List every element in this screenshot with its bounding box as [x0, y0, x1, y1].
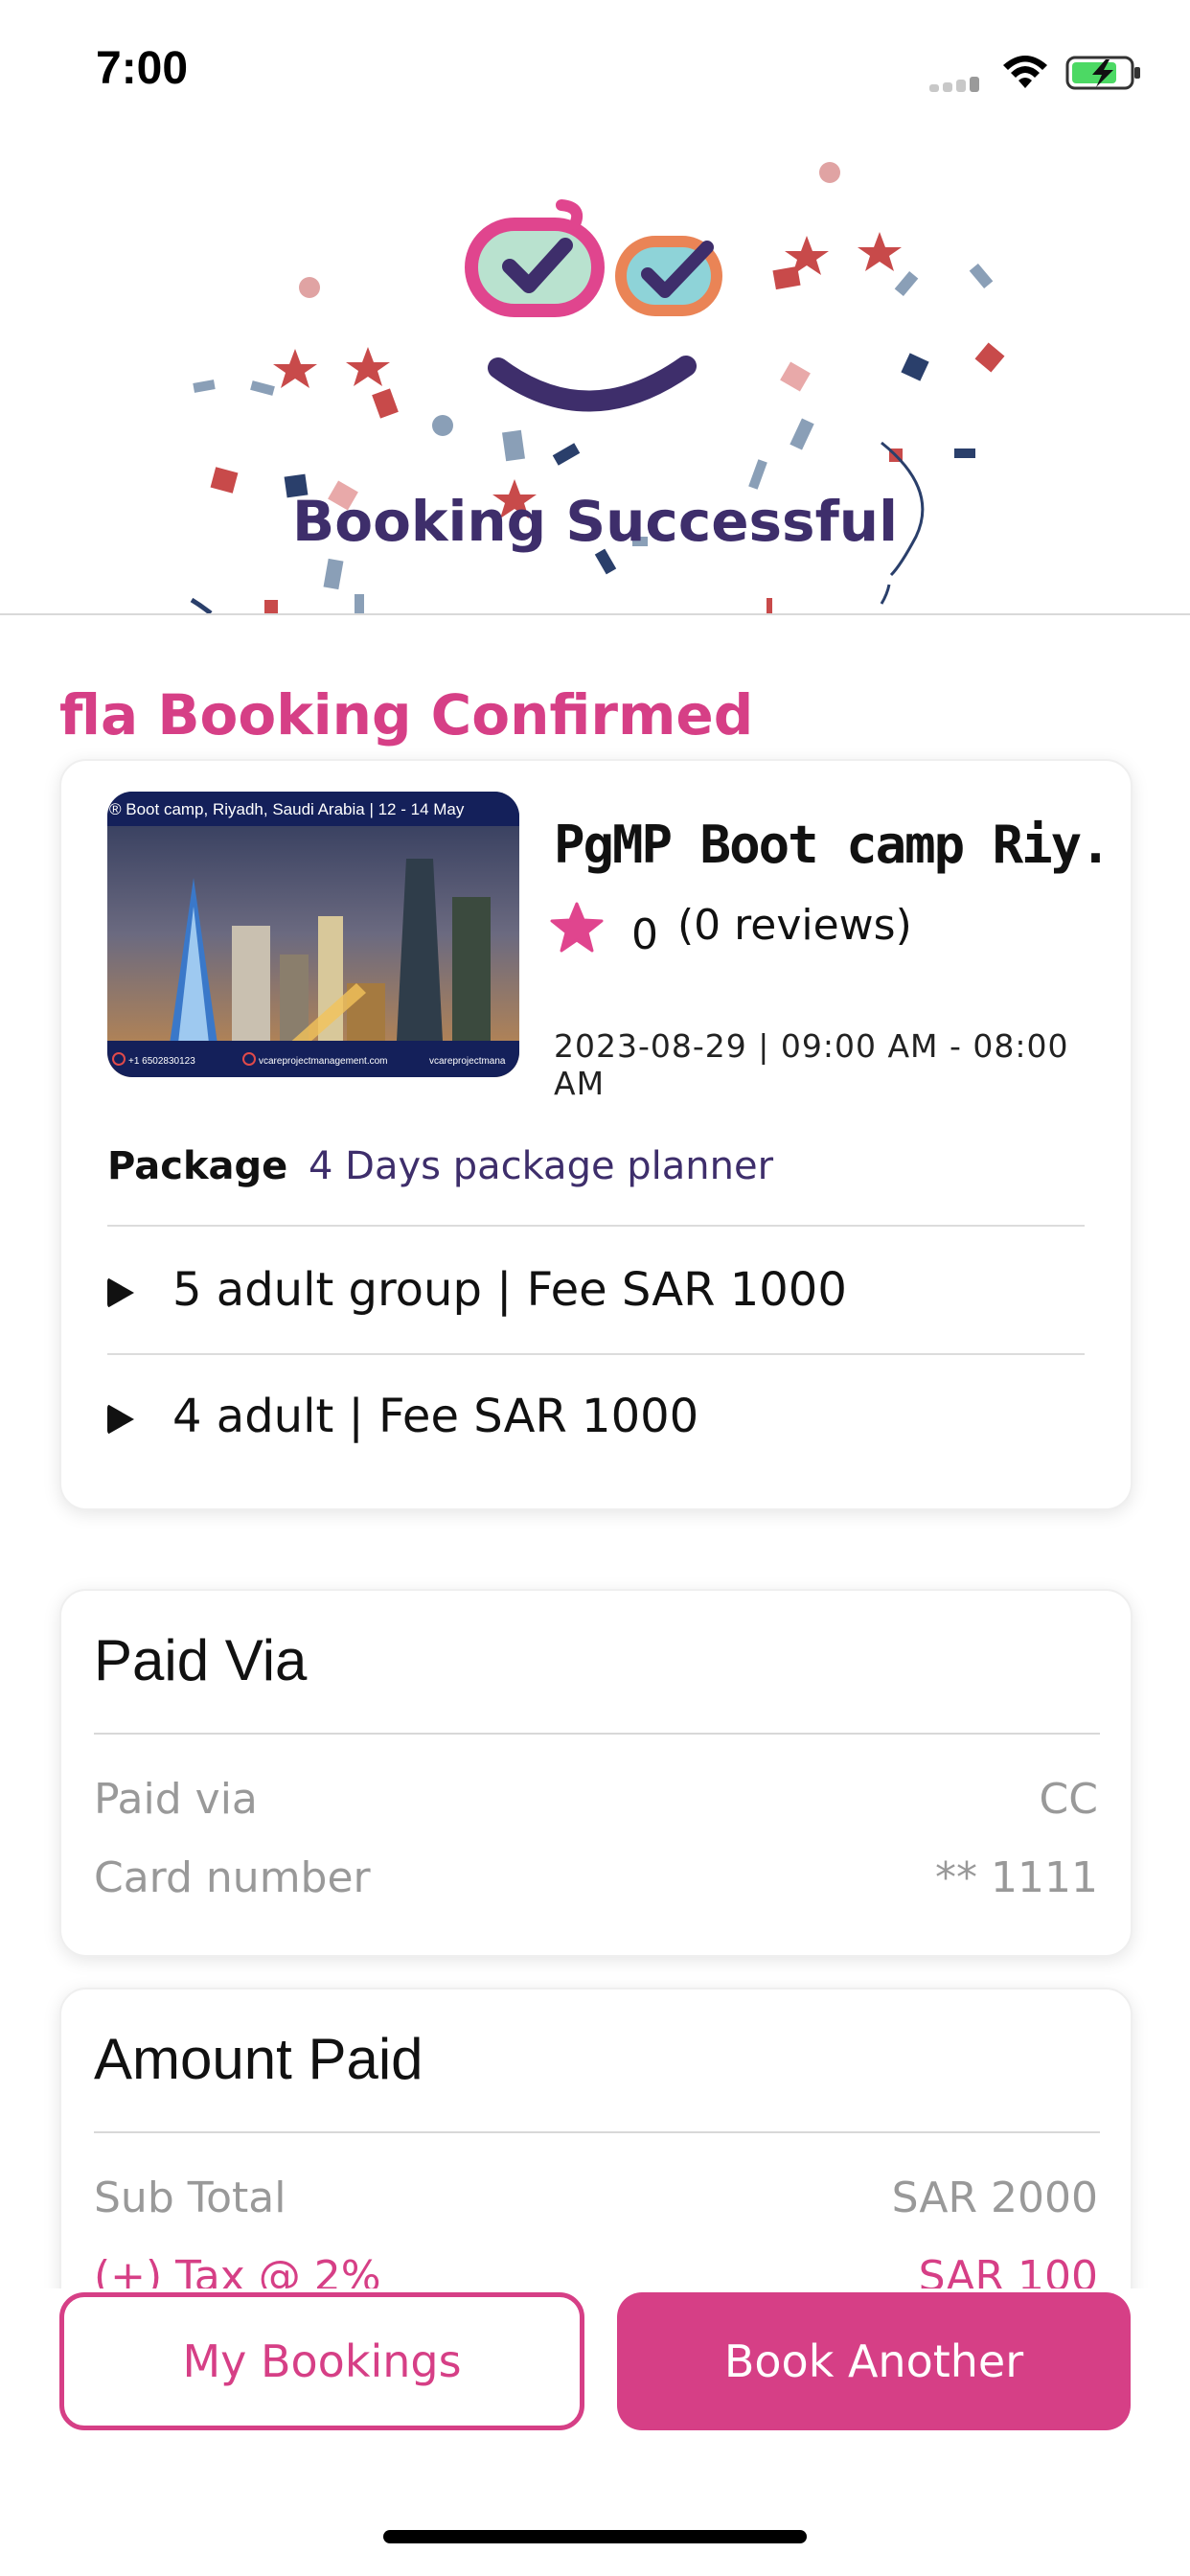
play-triangle-icon — [107, 1277, 134, 1308]
thumbnail-website-text: vcareprojectmanagement.com — [259, 1056, 388, 1067]
divider — [94, 2131, 1100, 2133]
home-indicator[interactable] — [383, 2530, 807, 2543]
card-number-value: ** 1111 — [935, 1853, 1098, 1902]
status-bar: 7:00 — [0, 0, 1190, 144]
list-item: 4 adult | Fee SAR 1000 — [107, 1390, 698, 1443]
bottom-action-bar: My Bookings Book Another — [0, 2288, 1190, 2576]
thumbnail-phone-text: +1 6502830123 — [128, 1056, 195, 1067]
hero-divider — [0, 613, 1190, 615]
play-triangle-icon — [107, 1404, 134, 1435]
book-another-button[interactable]: Book Another — [617, 2292, 1131, 2430]
star-icon — [550, 902, 604, 953]
paid-via-value: CC — [1039, 1775, 1098, 1824]
paid-via-label: Paid via — [94, 1775, 258, 1824]
cellular-signal-icon — [929, 75, 987, 92]
hero-title: Booking Successful — [292, 489, 898, 554]
paid-via-card: Paid Via Paid via CC Card number ** 1111 — [59, 1589, 1133, 1957]
status-time: 7:00 — [96, 43, 189, 94]
success-mascot-icon — [465, 199, 722, 412]
booking-confirmed-title: fla Booking Confirmed — [59, 682, 754, 748]
my-bookings-button[interactable]: My Bookings — [59, 2292, 584, 2430]
battery-charging-icon — [1065, 56, 1140, 90]
package-label: Package — [107, 1144, 288, 1188]
reviews-count: (0 reviews) — [677, 901, 912, 950]
option-label: 5 adult group | Fee SAR 1000 — [172, 1263, 847, 1317]
subtotal-label: Sub Total — [94, 2174, 286, 2222]
thumbnail-website-right-text: vcareprojectmana — [429, 1056, 506, 1067]
wifi-icon — [1003, 56, 1047, 88]
list-item: 5 adult group | Fee SAR 1000 — [107, 1263, 847, 1317]
event-name[interactable]: PgMP Boot camp Riy... — [554, 815, 1110, 875]
event-card[interactable]: ® Boot camp, Riyadh, Saudi Arabia | 12 -… — [59, 759, 1133, 1510]
divider — [107, 1225, 1085, 1227]
subtotal-value: SAR 2000 — [891, 2174, 1098, 2222]
package-value: 4 Days package planner — [309, 1144, 774, 1188]
amount-paid-title: Amount Paid — [94, 2027, 423, 2091]
divider — [94, 1733, 1100, 1735]
divider — [107, 1353, 1085, 1355]
event-date: 2023-08-29 | 09:00 AM - 08:00 AM — [554, 1027, 1069, 1102]
card-number-label: Card number — [94, 1853, 371, 1902]
option-label: 4 adult | Fee SAR 1000 — [172, 1390, 699, 1443]
rating-value: 0 — [631, 910, 658, 959]
thumbnail-banner-text: ® Boot camp, Riyadh, Saudi Arabia | 12 -… — [109, 800, 465, 818]
event-thumbnail[interactable]: ® Boot camp, Riyadh, Saudi Arabia | 12 -… — [107, 792, 519, 1077]
success-hero: Booking Successful — [0, 144, 1190, 613]
paid-via-title: Paid Via — [94, 1628, 308, 1692]
